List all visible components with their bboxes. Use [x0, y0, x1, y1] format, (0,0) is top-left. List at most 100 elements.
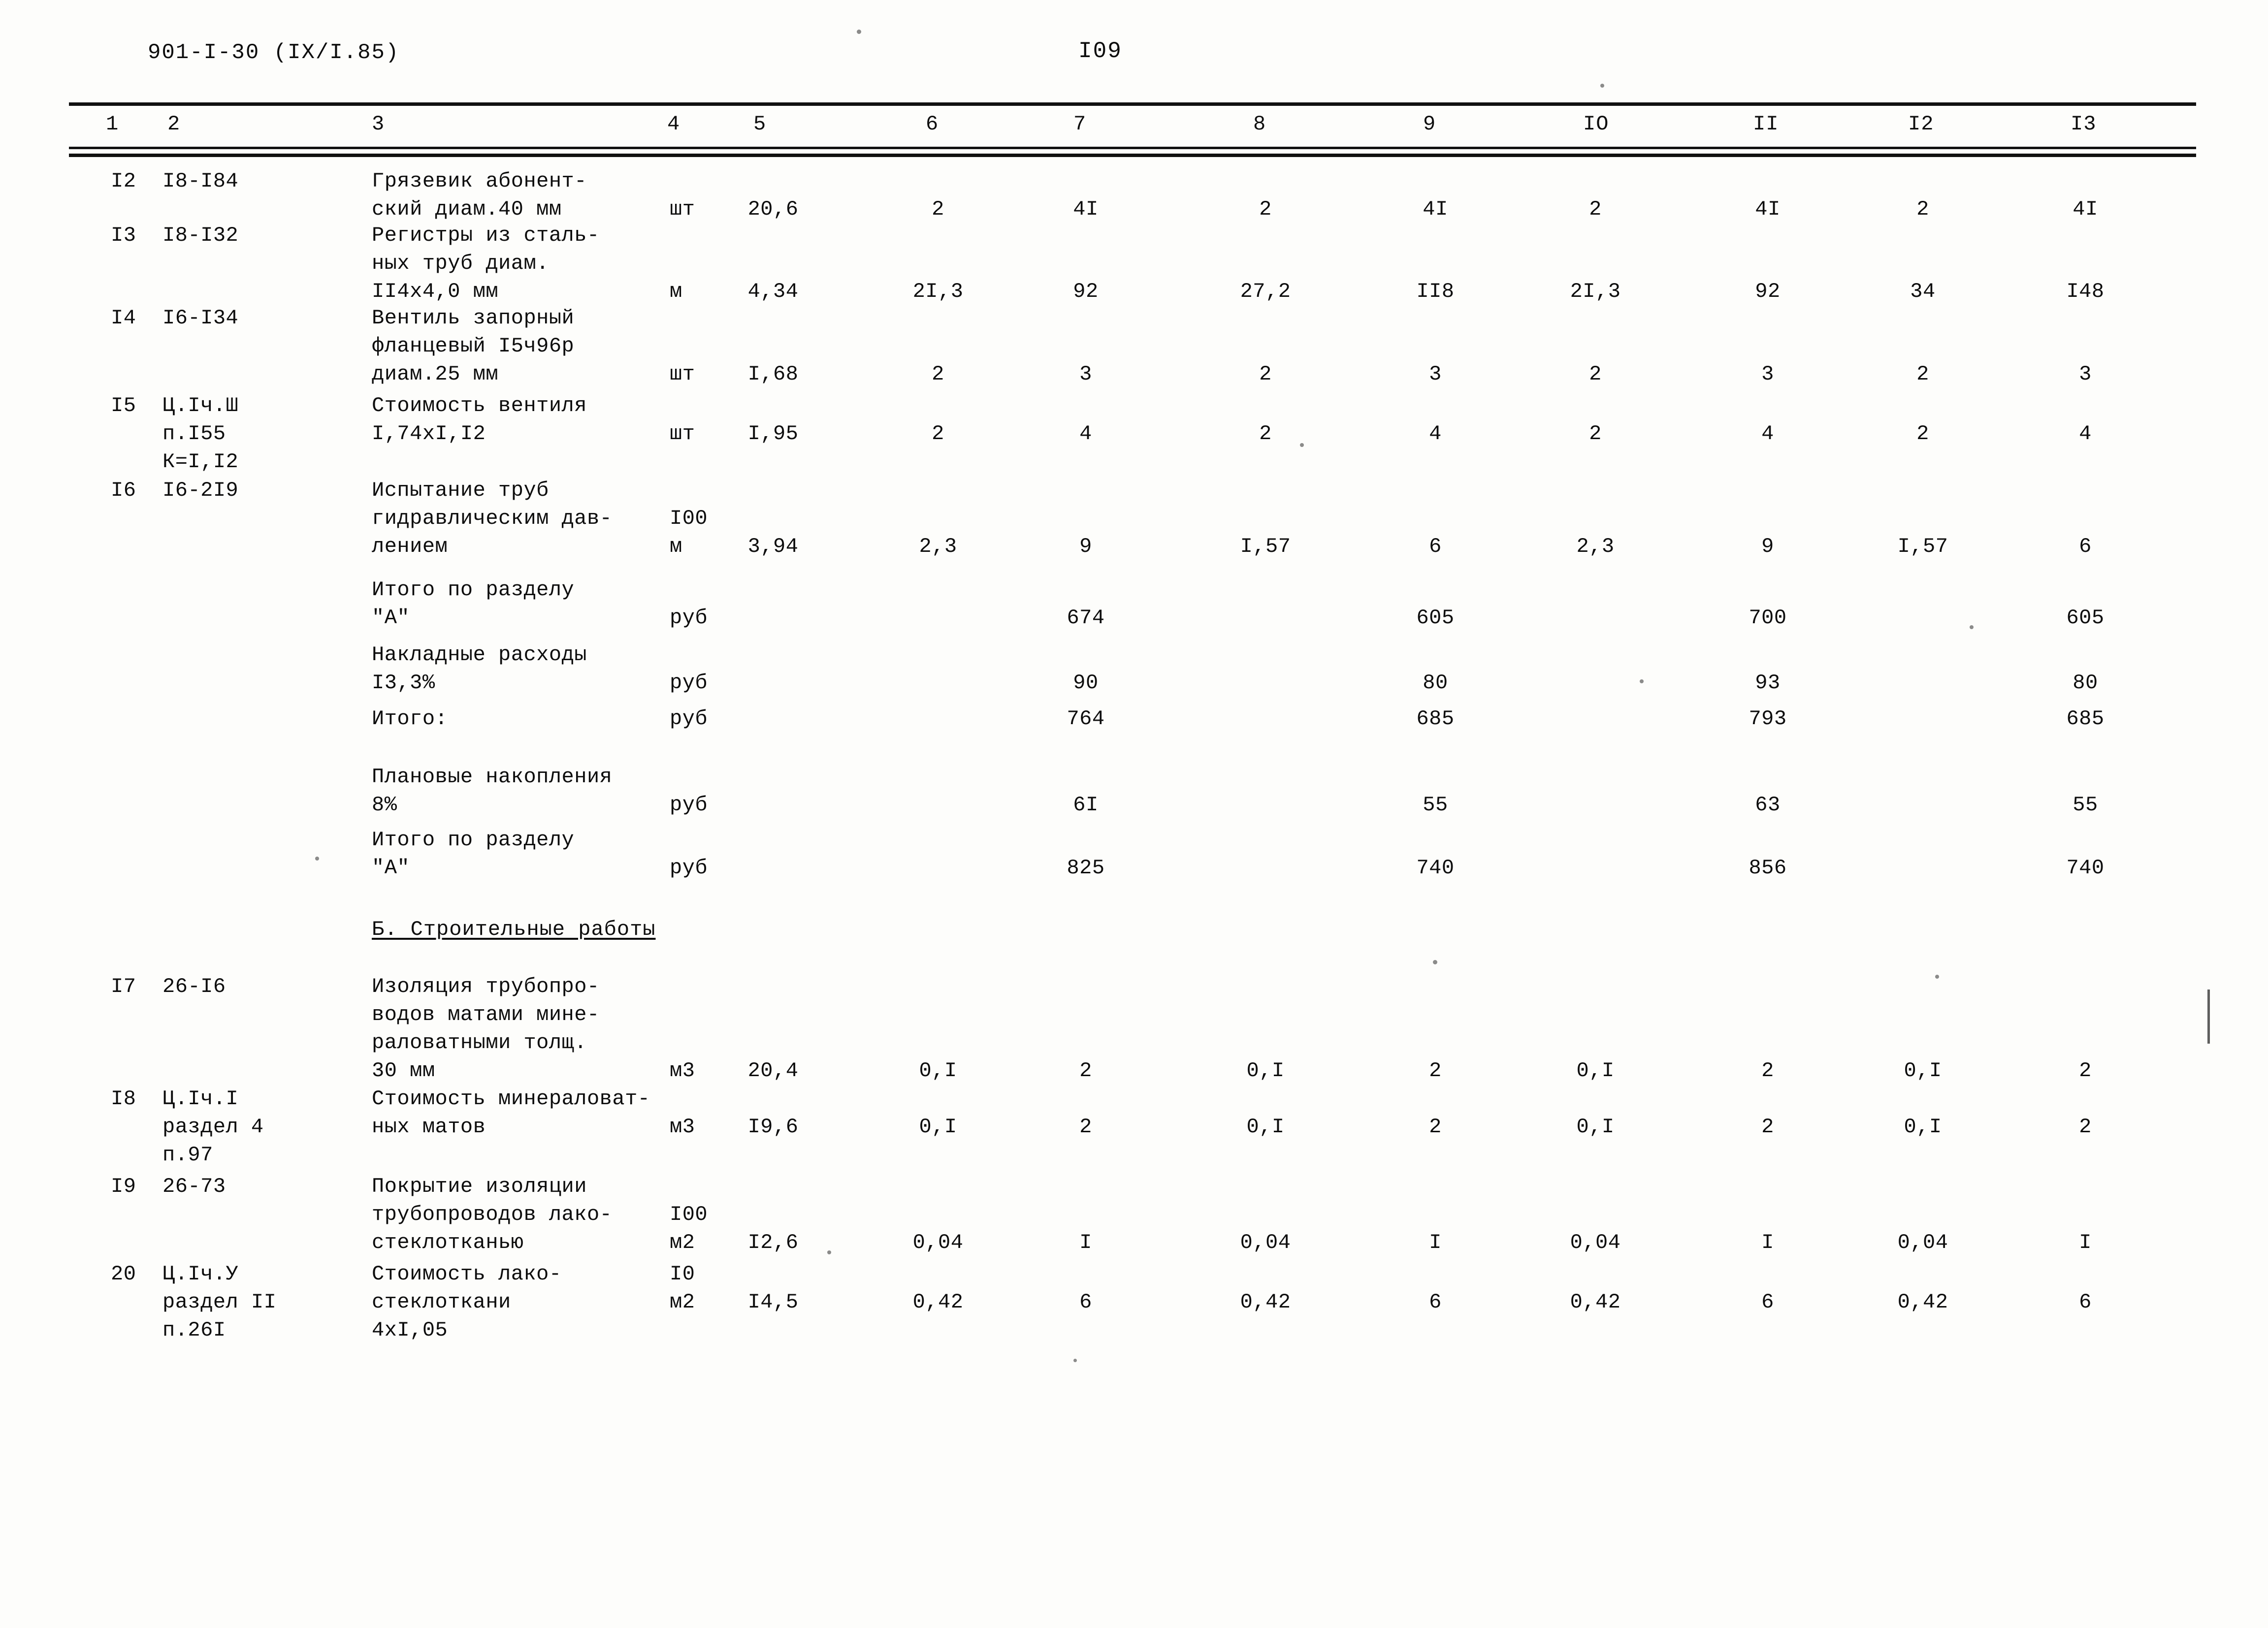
- row-col-13: I48: [2066, 280, 2105, 303]
- summary-label: Итого:: [372, 707, 448, 731]
- row-col-11: 2: [1761, 1115, 1774, 1139]
- table-row: I3 I8-I32 Регистры из сталь- ных труб ди…: [0, 222, 2268, 304]
- row-unit: I0 м2: [670, 1262, 695, 1314]
- summary-label: Плановые накопления 8%: [372, 765, 613, 817]
- scan-speck: [1640, 679, 1644, 683]
- row-description: Стоимость минераловат- ных матов: [372, 1087, 650, 1139]
- row-number: I3: [111, 223, 136, 247]
- row-col-7: 3: [1079, 362, 1092, 386]
- row-col-9: 6: [1429, 535, 1442, 558]
- table-top-rule: [69, 102, 2196, 106]
- row-col-7: I: [1079, 1231, 1092, 1254]
- summary-col-7: 764: [1067, 707, 1105, 731]
- row-col-7: 92: [1073, 280, 1099, 303]
- column-number-8: 8: [1253, 112, 1266, 136]
- row-col-10: 2: [1589, 422, 1602, 446]
- row-col-10: 0,42: [1570, 1290, 1621, 1314]
- row-col-13: 4I: [2073, 197, 2098, 221]
- document-code: 901-I-30 (IХ/I.85): [148, 40, 400, 65]
- summary-label: Накладные расходы I3,3%: [372, 643, 587, 695]
- summary-col-9: 55: [1423, 793, 1448, 817]
- column-number-4: 4: [667, 112, 680, 136]
- row-col-11: 2: [1761, 1059, 1774, 1083]
- summary-col-11: 856: [1749, 856, 1787, 880]
- row-col-6: 2I,3: [912, 280, 964, 303]
- estimate-table: I2 I8-I84 Грязевик абонент- ский диам.40…: [0, 167, 2268, 1354]
- row-number: I8: [111, 1087, 136, 1111]
- row-col-7: 9: [1079, 535, 1092, 558]
- scan-speck: [1300, 443, 1304, 447]
- row-col-10: 2: [1589, 362, 1602, 386]
- summary-col-9: 605: [1416, 606, 1455, 630]
- row-description: Изоляция трубопро- водов матами мине- ра…: [372, 975, 600, 1083]
- row-col-5: I,95: [747, 422, 799, 446]
- row-col-6: 0,I: [919, 1059, 957, 1083]
- row-col-11: 6: [1761, 1290, 1774, 1314]
- scan-speck: [1970, 625, 1974, 629]
- row-col-6: 2: [932, 362, 944, 386]
- summary-col-11: 793: [1749, 707, 1787, 731]
- table-row: 20 Ц.Iч.У раздел II п.26I Стоимость лако…: [0, 1260, 2268, 1354]
- row-col-6: 0,I: [919, 1115, 957, 1139]
- row-col-9: 4: [1429, 422, 1442, 446]
- row-col-9: 2: [1429, 1059, 1442, 1083]
- row-code: Ц.Iч.Ш п.I55 К=I,I2: [162, 394, 239, 474]
- summary-row: Накладные расходы I3,3% руб 90 80 93 80: [0, 641, 2268, 705]
- scan-speck: [315, 857, 319, 861]
- page-header: 901-I-30 (IХ/I.85) I09: [0, 38, 2268, 70]
- row-number: 20: [111, 1262, 136, 1286]
- scan-speck: [827, 1250, 831, 1254]
- summary-col-11: 63: [1755, 793, 1781, 817]
- row-description: Стоимость лако- стеклоткани 4хI,05: [372, 1262, 562, 1342]
- row-col-7: 2: [1079, 1115, 1092, 1139]
- row-col-11: 9: [1761, 535, 1774, 558]
- summary-row: Плановые накопления 8% руб 6I 55 63 55: [0, 763, 2268, 826]
- row-code: I6-I34: [162, 306, 239, 330]
- row-code: Ц.Iч.I раздел 4 п.97: [162, 1087, 264, 1167]
- row-col-13: 3: [2079, 362, 2092, 386]
- row-col-6: 0,42: [912, 1290, 964, 1314]
- summary-row: Итого по разделу "А" руб 674 605 700 605: [0, 566, 2268, 641]
- row-unit: шт: [670, 197, 695, 221]
- column-number-11: II: [1753, 112, 1779, 136]
- summary-unit: руб: [670, 856, 708, 880]
- summary-unit: руб: [670, 606, 708, 630]
- row-number: I2: [111, 169, 136, 193]
- column-number-row: 1 2 3 4 5 6 7 8 9 IO II I2 I3: [0, 112, 2268, 143]
- column-number-9: 9: [1423, 112, 1436, 136]
- row-col-13: I: [2079, 1231, 2092, 1254]
- row-col-13: 6: [2079, 535, 2092, 558]
- summary-unit: руб: [670, 707, 708, 731]
- row-description: Грязевик абонент- ский диам.40 мм: [372, 169, 587, 221]
- row-col-11: 4I: [1755, 197, 1781, 221]
- row-number: I4: [111, 306, 136, 330]
- row-number: I6: [111, 479, 136, 502]
- row-col-8: 2: [1259, 197, 1272, 221]
- row-col-9: 4I: [1423, 197, 1448, 221]
- row-unit: м3: [670, 1059, 695, 1083]
- row-col-5: 20,4: [747, 1059, 799, 1083]
- summary-col-7: 674: [1067, 606, 1105, 630]
- row-col-7: 4: [1079, 422, 1092, 446]
- row-code: Ц.Iч.У раздел II п.26I: [162, 1262, 277, 1342]
- row-col-9: II8: [1416, 280, 1455, 303]
- row-unit: м: [670, 280, 682, 303]
- column-number-2: 2: [167, 112, 181, 136]
- row-col-13: 4: [2079, 422, 2092, 446]
- summary-unit: руб: [670, 793, 708, 817]
- row-col-10: 0,I: [1576, 1115, 1615, 1139]
- row-unit: шт: [670, 422, 695, 446]
- row-col-6: 2: [932, 197, 944, 221]
- scan-speck: [1600, 84, 1604, 88]
- row-col-7: 4I: [1073, 197, 1099, 221]
- row-col-6: 0,04: [912, 1231, 964, 1254]
- table-row: I6 I6-2I9 Испытание труб гидравлическим …: [0, 477, 2268, 566]
- summary-label: Итого по разделу "А": [372, 828, 575, 880]
- summary-unit: руб: [670, 671, 708, 695]
- summary-col-7: 90: [1073, 671, 1099, 695]
- row-col-8: 0,I: [1246, 1059, 1285, 1083]
- row-unit: шт: [670, 362, 695, 386]
- row-col-9: 6: [1429, 1290, 1442, 1314]
- row-col-5: I4,5: [747, 1290, 799, 1314]
- row-number: I7: [111, 975, 136, 998]
